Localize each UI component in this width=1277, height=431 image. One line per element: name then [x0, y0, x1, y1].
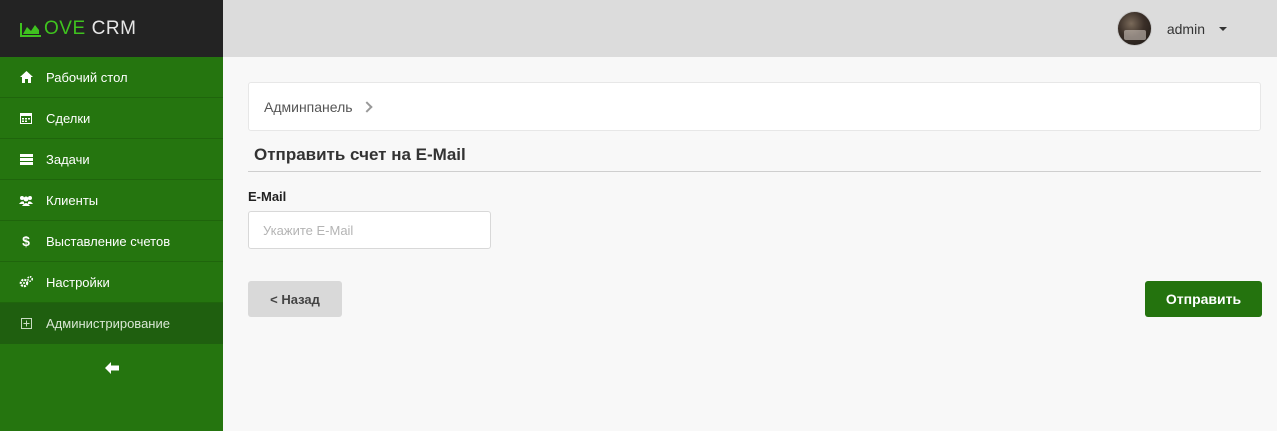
page-title: Отправить счет на E-Mail — [248, 145, 1261, 172]
logo-chart-icon — [20, 22, 41, 37]
chevron-right-icon — [360, 100, 373, 113]
avatar — [1116, 11, 1152, 46]
sidebar-item-clients[interactable]: Клиенты — [0, 180, 223, 221]
calendar-icon — [18, 111, 34, 125]
breadcrumb-root[interactable]: Админпанель — [264, 99, 353, 115]
sidebar-item-label: Администрирование — [46, 316, 170, 331]
sidebar-item-dashboard[interactable]: Рабочий стол — [0, 57, 223, 98]
main-content: Админпанель Отправить счет на E-Mail E-M… — [248, 82, 1262, 317]
logo-suffix: CRM — [91, 17, 137, 39]
sidebar-item-label: Сделки — [46, 110, 91, 126]
sidebar-item-label: Выставление счетов — [46, 233, 171, 249]
back-button[interactable]: < Назад — [248, 281, 342, 317]
logo-brand: OVE — [44, 17, 86, 39]
breadcrumb: Админпанель — [248, 82, 1261, 131]
sidebar-item-settings[interactable]: Настройки — [0, 262, 223, 303]
logo[interactable]: OVE CRM — [20, 18, 136, 40]
arrow-left-icon — [104, 362, 119, 374]
tasks-icon — [18, 152, 34, 166]
sidebar-item-invoicing[interactable]: $ Выставление счетов — [0, 221, 223, 262]
gears-icon — [18, 275, 34, 289]
username: admin — [1166, 20, 1205, 37]
email-field[interactable] — [248, 211, 491, 249]
sidebar: OVE CRM Рабочий стол Сделки Задачи Клиен… — [0, 0, 223, 431]
sidebar-item-deals[interactable]: Сделки — [0, 98, 223, 139]
caret-down-icon — [1219, 26, 1227, 31]
admin-icon — [18, 317, 34, 331]
sidebar-item-label: Клиенты — [46, 192, 99, 208]
sidebar-item-label: Рабочий стол — [46, 69, 128, 85]
email-label: E-Mail — [248, 189, 287, 204]
user-menu[interactable]: admin — [1116, 11, 1227, 46]
dollar-icon: $ — [22, 233, 30, 249]
users-icon — [18, 193, 34, 207]
send-button[interactable]: Отправить — [1145, 281, 1262, 317]
sidebar-collapse-button[interactable] — [0, 344, 223, 392]
sidebar-item-administration[interactable]: Администрирование — [0, 303, 223, 344]
sidebar-item-label: Задачи — [46, 151, 90, 167]
top-header: admin — [223, 0, 1277, 57]
logo-bar: OVE CRM — [0, 0, 223, 57]
home-icon — [18, 70, 34, 84]
sidebar-item-label: Настройки — [46, 274, 110, 290]
sidebar-item-tasks[interactable]: Задачи — [0, 139, 223, 180]
sidebar-menu: Рабочий стол Сделки Задачи Клиенты $ Выс… — [0, 57, 223, 344]
